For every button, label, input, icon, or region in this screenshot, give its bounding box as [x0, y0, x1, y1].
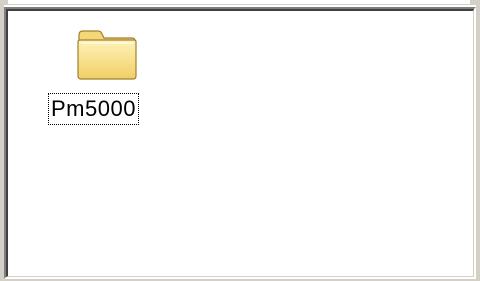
folder-item-label[interactable]: Pm5000	[48, 93, 139, 125]
folder-icon[interactable]	[76, 29, 138, 81]
window-top-edge-inner	[8, 0, 470, 5]
window-right-frame	[476, 5, 480, 281]
explorer-window: Pm5000	[0, 0, 480, 281]
file-list-pane[interactable]: Pm5000	[4, 7, 476, 279]
folder-item-pm5000[interactable]: Pm5000	[44, 21, 174, 131]
window-top-edge	[0, 0, 480, 5]
file-list-area[interactable]: Pm5000	[6, 9, 474, 277]
